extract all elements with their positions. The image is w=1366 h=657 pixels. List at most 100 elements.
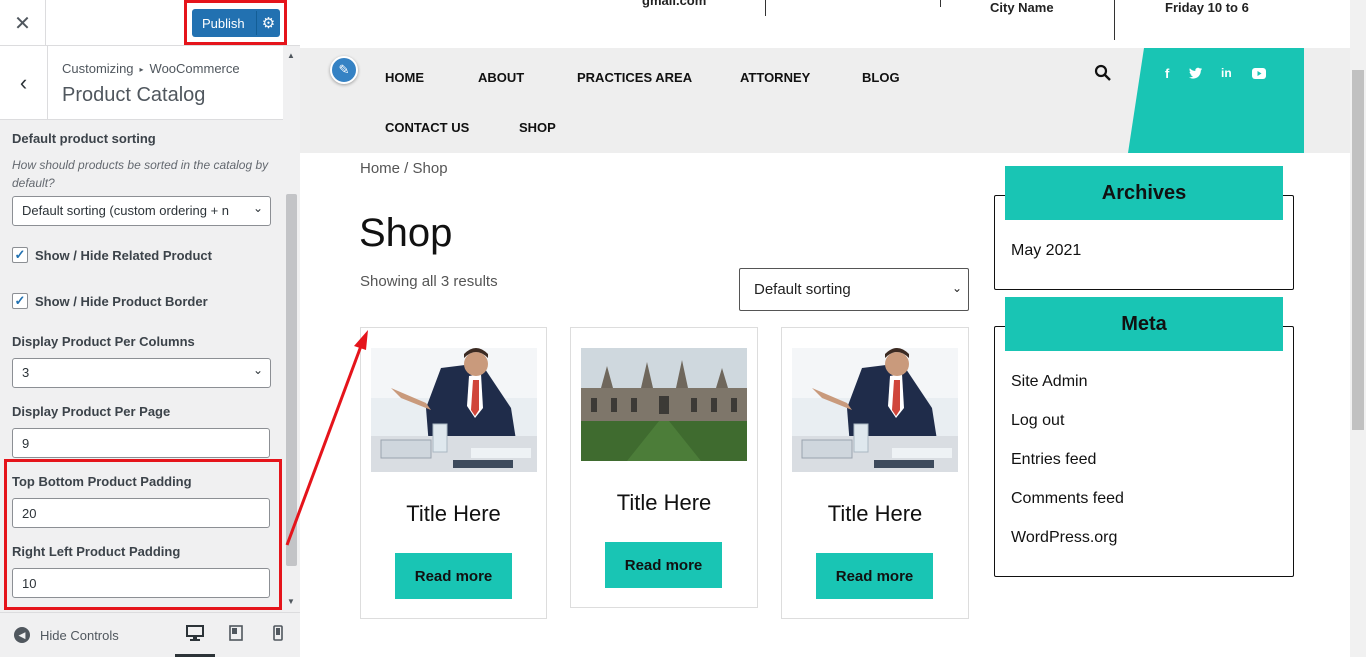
per-page-label: Display Product Per Page <box>12 404 171 419</box>
meta-link-comments-feed[interactable]: Comments feed <box>1011 490 1124 508</box>
nav-shop[interactable]: SHOP <box>519 120 556 135</box>
nav-home[interactable]: HOME <box>385 70 424 85</box>
product-card: Title Here Read more <box>570 327 758 608</box>
twitter-icon[interactable] <box>1189 67 1203 79</box>
gear-icon[interactable]: ⚙ <box>256 11 280 35</box>
college-building-photo <box>581 348 747 461</box>
customizer-sidebar: ✕ Publish ⚙ ‹ Customizing ▸ WooCommerce Pr… <box>0 0 300 657</box>
product-title[interactable]: Title Here <box>782 501 968 527</box>
read-more-button[interactable]: Read more <box>816 553 933 599</box>
scroll-up-icon[interactable]: ▲ <box>287 51 295 60</box>
tablet-glyph <box>229 625 243 641</box>
tablet-icon[interactable] <box>216 625 256 657</box>
topinfo-divider <box>765 0 766 16</box>
publish-button[interactable]: Publish ⚙ <box>192 9 280 37</box>
scrollbar-thumb[interactable] <box>286 194 297 566</box>
meta-link-entries-feed[interactable]: Entries feed <box>1011 451 1096 469</box>
preview-scrollbar-thumb[interactable] <box>1352 70 1364 430</box>
search-icon[interactable] <box>1094 64 1112 82</box>
product-title[interactable]: Title Here <box>361 501 546 527</box>
breadcrumb-separator: / <box>400 160 413 177</box>
read-more-button[interactable]: Read more <box>605 542 722 588</box>
read-more-button[interactable]: Read more <box>395 553 512 599</box>
businessman-photo <box>371 348 537 472</box>
related-product-label: Show / Hide Related Product <box>35 247 212 263</box>
shop-breadcrumb: Home / Shop <box>360 160 448 177</box>
shop-sort-value: Default sorting <box>754 281 851 298</box>
meta-link-site-admin[interactable]: Site Admin <box>1011 373 1087 391</box>
product-card: Title Here Read more <box>360 327 547 619</box>
columns-select-value: 3 <box>22 365 30 380</box>
customizer-breadcrumb: Customizing ▸ WooCommerce <box>62 61 240 76</box>
publish-highlight-box: Publish ⚙ <box>184 0 287 45</box>
breadcrumb-home-link[interactable]: Home <box>360 160 400 177</box>
pencil-icon[interactable]: ✎ <box>330 56 358 84</box>
nav-attorney[interactable]: ATTORNEY <box>740 70 810 85</box>
product-image-businessman[interactable] <box>371 348 537 472</box>
topinfo-divider <box>940 0 941 7</box>
columns-select[interactable]: 3 ⌄ <box>12 358 271 388</box>
chevron-down-icon: ⌄ <box>252 201 263 215</box>
publish-label: Publish <box>202 16 245 31</box>
topinfo-hours: Friday 10 to 6 <box>1165 0 1249 15</box>
sorting-select-value: Default sorting (custom ordering + n <box>22 203 230 218</box>
hide-controls-button[interactable]: ◀ Hide Controls <box>14 627 119 643</box>
meta-link-wordpress-org[interactable]: WordPress.org <box>1011 529 1117 547</box>
tb-padding-input[interactable]: 20 <box>12 498 270 528</box>
section-title: Product Catalog <box>62 84 206 106</box>
preview-scrollbar[interactable] <box>1350 0 1366 657</box>
sidebar-scrollbar[interactable]: ▲ ▼ <box>283 46 300 612</box>
nav-practices-area[interactable]: PRACTICES AREA <box>577 70 692 85</box>
sorting-select[interactable]: Default sorting (custom ordering + n ⌄ <box>12 196 271 226</box>
shop-sort-select[interactable]: Default sorting ⌄ <box>739 268 969 311</box>
columns-label: Display Product Per Columns <box>12 334 195 349</box>
businessman-photo <box>792 348 958 472</box>
arrow-left-icon: ◀ <box>14 627 30 643</box>
youtube-icon[interactable] <box>1252 68 1266 79</box>
archives-widget-title: Archives <box>1005 166 1283 220</box>
per-page-input[interactable]: 9 <box>12 428 270 458</box>
linkedin-icon[interactable]: in <box>1221 66 1232 80</box>
facebook-icon[interactable]: f <box>1165 66 1169 81</box>
rl-padding-input[interactable]: 10 <box>12 568 270 598</box>
related-product-checkbox[interactable]: ✓ Show / Hide Related Product <box>12 247 212 263</box>
desktop-icon[interactable] <box>175 625 215 657</box>
caret-right-icon: ▸ <box>139 65 144 74</box>
scroll-down-icon[interactable]: ▼ <box>287 597 295 606</box>
rl-padding-label: Right Left Product Padding <box>12 544 181 559</box>
nav-blog[interactable]: BLOG <box>862 70 900 85</box>
sorting-label: Default product sorting <box>12 131 156 146</box>
nav-about[interactable]: ABOUT <box>478 70 524 85</box>
topinfo-divider <box>1114 0 1115 40</box>
topinfo-city: City Name <box>990 0 1054 15</box>
topinfo-email: gmail.com <box>642 0 707 8</box>
nav-contact-us[interactable]: CONTACT US <box>385 120 469 135</box>
checkbox-checked-icon[interactable]: ✓ <box>12 293 28 309</box>
product-title[interactable]: Title Here <box>571 490 757 516</box>
result-count: Showing all 3 results <box>360 273 498 290</box>
hide-controls-label: Hide Controls <box>40 627 119 643</box>
meta-link-log-out[interactable]: Log out <box>1011 412 1064 430</box>
product-border-checkbox[interactable]: ✓ Show / Hide Product Border <box>12 293 208 309</box>
meta-widget-title: Meta <box>1005 297 1283 351</box>
chevron-down-icon: ⌄ <box>252 363 263 377</box>
breadcrumb-woocommerce: WooCommerce <box>149 61 240 76</box>
mobile-glyph <box>273 625 283 641</box>
close-icon[interactable]: ✕ <box>0 0 46 46</box>
back-icon[interactable]: ‹ <box>0 46 48 119</box>
chevron-down-icon: ⌄ <box>951 281 962 295</box>
mobile-icon[interactable] <box>258 625 298 657</box>
product-image-businessman[interactable] <box>792 348 958 472</box>
checkbox-checked-icon[interactable]: ✓ <box>12 247 28 263</box>
section-header: ‹ Customizing ▸ WooCommerce Product Catalo… <box>0 46 283 120</box>
tb-padding-label: Top Bottom Product Padding <box>12 474 192 489</box>
product-card: Title Here Read more <box>781 327 969 619</box>
customizer-footer: ◀ Hide Controls <box>0 612 300 657</box>
sorting-description: How should products be sorted in the cat… <box>12 158 269 190</box>
site-preview: gmail.com City Name Friday 10 to 6 ✎ HOM… <box>300 0 1366 657</box>
breadcrumb-customizing: Customizing <box>62 61 134 76</box>
archive-link[interactable]: May 2021 <box>1011 242 1081 260</box>
product-image-college[interactable] <box>581 348 747 461</box>
social-bar: f in <box>1128 48 1304 153</box>
main-navigation: ✎ HOME ABOUT PRACTICES AREA ATTORNEY BLO… <box>300 48 1350 153</box>
